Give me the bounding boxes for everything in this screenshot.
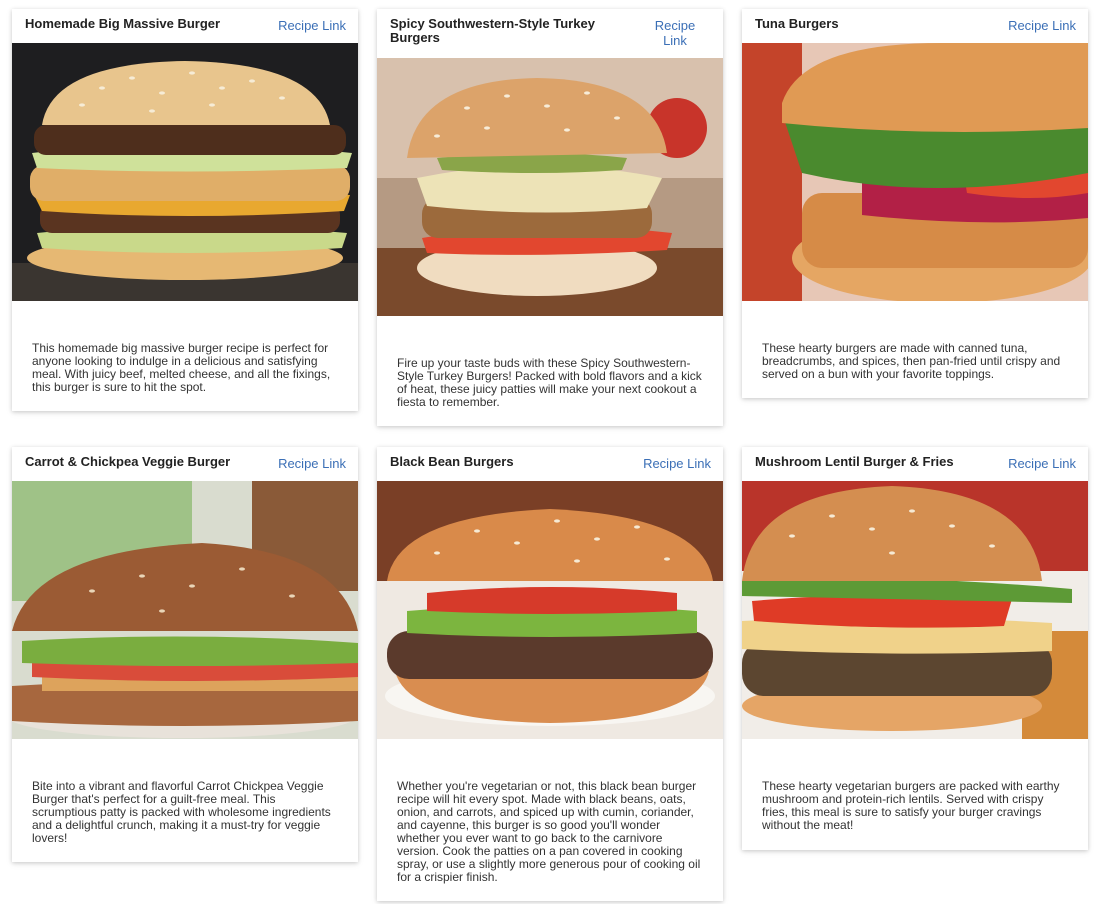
- card-description: This homemade big massive burger recipe …: [32, 341, 331, 394]
- recipe-link[interactable]: Recipe Link: [1008, 18, 1076, 33]
- burger-photo-icon: [12, 43, 358, 301]
- recipe-card: Homemade Big Massive Burger Recipe Link: [12, 9, 358, 411]
- card-title: Black Bean Burgers: [390, 454, 514, 469]
- burger-photo-icon: [742, 43, 1088, 301]
- card-header: Black Bean Burgers Recipe Link: [377, 447, 723, 481]
- recipe-card: Black Bean Burgers Recipe Link Whether y…: [377, 447, 723, 901]
- card-header: Mushroom Lentil Burger & Fries Recipe Li…: [742, 447, 1088, 481]
- burger-photo: [377, 481, 723, 739]
- recipe-link[interactable]: Recipe Link: [278, 18, 346, 33]
- card-header: Tuna Burgers Recipe Link: [742, 9, 1088, 43]
- card-header: Spicy Southwestern-Style Turkey Burgers …: [377, 9, 723, 58]
- recipe-link[interactable]: Recipe Link: [645, 18, 705, 48]
- card-description: These hearty vegetarian burgers are pack…: [762, 779, 1060, 832]
- recipe-card: Tuna Burgers Recipe Link These hearty bu…: [742, 9, 1088, 398]
- recipe-link[interactable]: Recipe Link: [278, 456, 346, 471]
- burger-photo-icon: [377, 58, 723, 316]
- card-description: Bite into a vibrant and flavorful Carrot…: [32, 779, 331, 845]
- recipe-card: Carrot & Chickpea Veggie Burger Recipe L…: [12, 447, 358, 862]
- card-title: Tuna Burgers: [755, 16, 839, 31]
- burger-photo: [377, 58, 723, 316]
- burger-photo: [12, 481, 358, 739]
- burger-photo: [742, 481, 1088, 739]
- card-title: Spicy Southwestern-Style Turkey Burgers: [390, 16, 595, 45]
- card-title: Mushroom Lentil Burger & Fries: [755, 454, 954, 469]
- recipe-grid: Homemade Big Massive Burger Recipe Link: [0, 0, 1102, 904]
- card-description: Whether you're vegetarian or not, this b…: [397, 779, 701, 884]
- recipe-link[interactable]: Recipe Link: [1008, 456, 1076, 471]
- burger-photo: [742, 43, 1088, 301]
- recipe-card: Mushroom Lentil Burger & Fries Recipe Li…: [742, 447, 1088, 850]
- burger-photo-icon: [12, 481, 358, 739]
- card-description: Fire up your taste buds with these Spicy…: [397, 356, 702, 409]
- card-description: These hearty burgers are made with canne…: [762, 341, 1061, 381]
- recipe-card: Spicy Southwestern-Style Turkey Burgers …: [377, 9, 723, 426]
- card-header: Homemade Big Massive Burger Recipe Link: [12, 9, 358, 43]
- burger-photo: [12, 43, 358, 301]
- card-header: Carrot & Chickpea Veggie Burger Recipe L…: [12, 447, 358, 481]
- recipe-link[interactable]: Recipe Link: [643, 456, 711, 471]
- burger-photo-icon: [377, 481, 723, 739]
- card-title: Carrot & Chickpea Veggie Burger: [25, 454, 231, 469]
- card-title: Homemade Big Massive Burger: [25, 16, 221, 31]
- burger-photo-icon: [742, 481, 1088, 739]
